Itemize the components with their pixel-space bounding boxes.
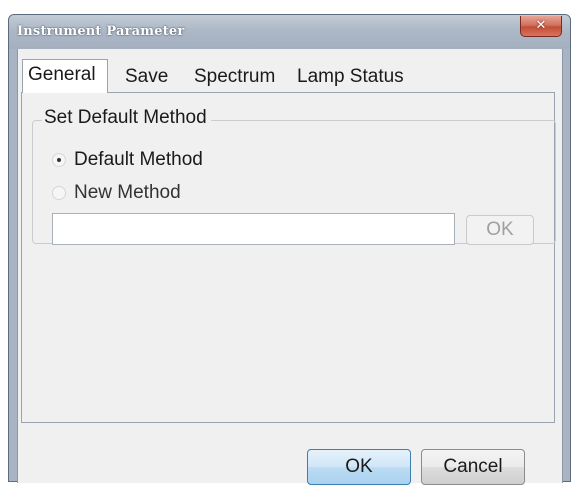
ok-button[interactable]: OK	[307, 449, 411, 485]
tab-label: Lamp Status	[297, 66, 404, 87]
method-ok-button[interactable]: OK	[466, 215, 534, 245]
close-button[interactable]: ✕	[520, 16, 562, 37]
tab-label: Save	[125, 66, 169, 87]
dialog-window: Instrument Parameter ✕ General Save Spec…	[8, 14, 571, 485]
radio-label: Default Method	[74, 149, 203, 170]
radio-unselected-icon[interactable]	[52, 186, 66, 200]
radio-selected-icon[interactable]	[52, 153, 66, 167]
tab-general[interactable]: General	[22, 59, 108, 93]
close-icon: ✕	[535, 18, 547, 33]
title-bar[interactable]: Instrument Parameter ✕	[9, 15, 570, 49]
method-name-input[interactable]	[52, 213, 455, 245]
window-title: Instrument Parameter	[17, 24, 185, 39]
dialog-client-area: General Save Spectrum Lamp Status Set De…	[17, 49, 563, 485]
group-title: Set Default Method	[42, 106, 211, 130]
cancel-button[interactable]: Cancel	[421, 449, 525, 485]
tab-save[interactable]: Save	[125, 63, 168, 93]
tab-label: Spectrum	[194, 66, 276, 87]
tab-lamp-status[interactable]: Lamp Status	[297, 63, 404, 93]
radio-label: New Method	[74, 182, 181, 203]
tab-label: General	[28, 64, 96, 85]
tab-spectrum[interactable]: Spectrum	[194, 63, 275, 93]
